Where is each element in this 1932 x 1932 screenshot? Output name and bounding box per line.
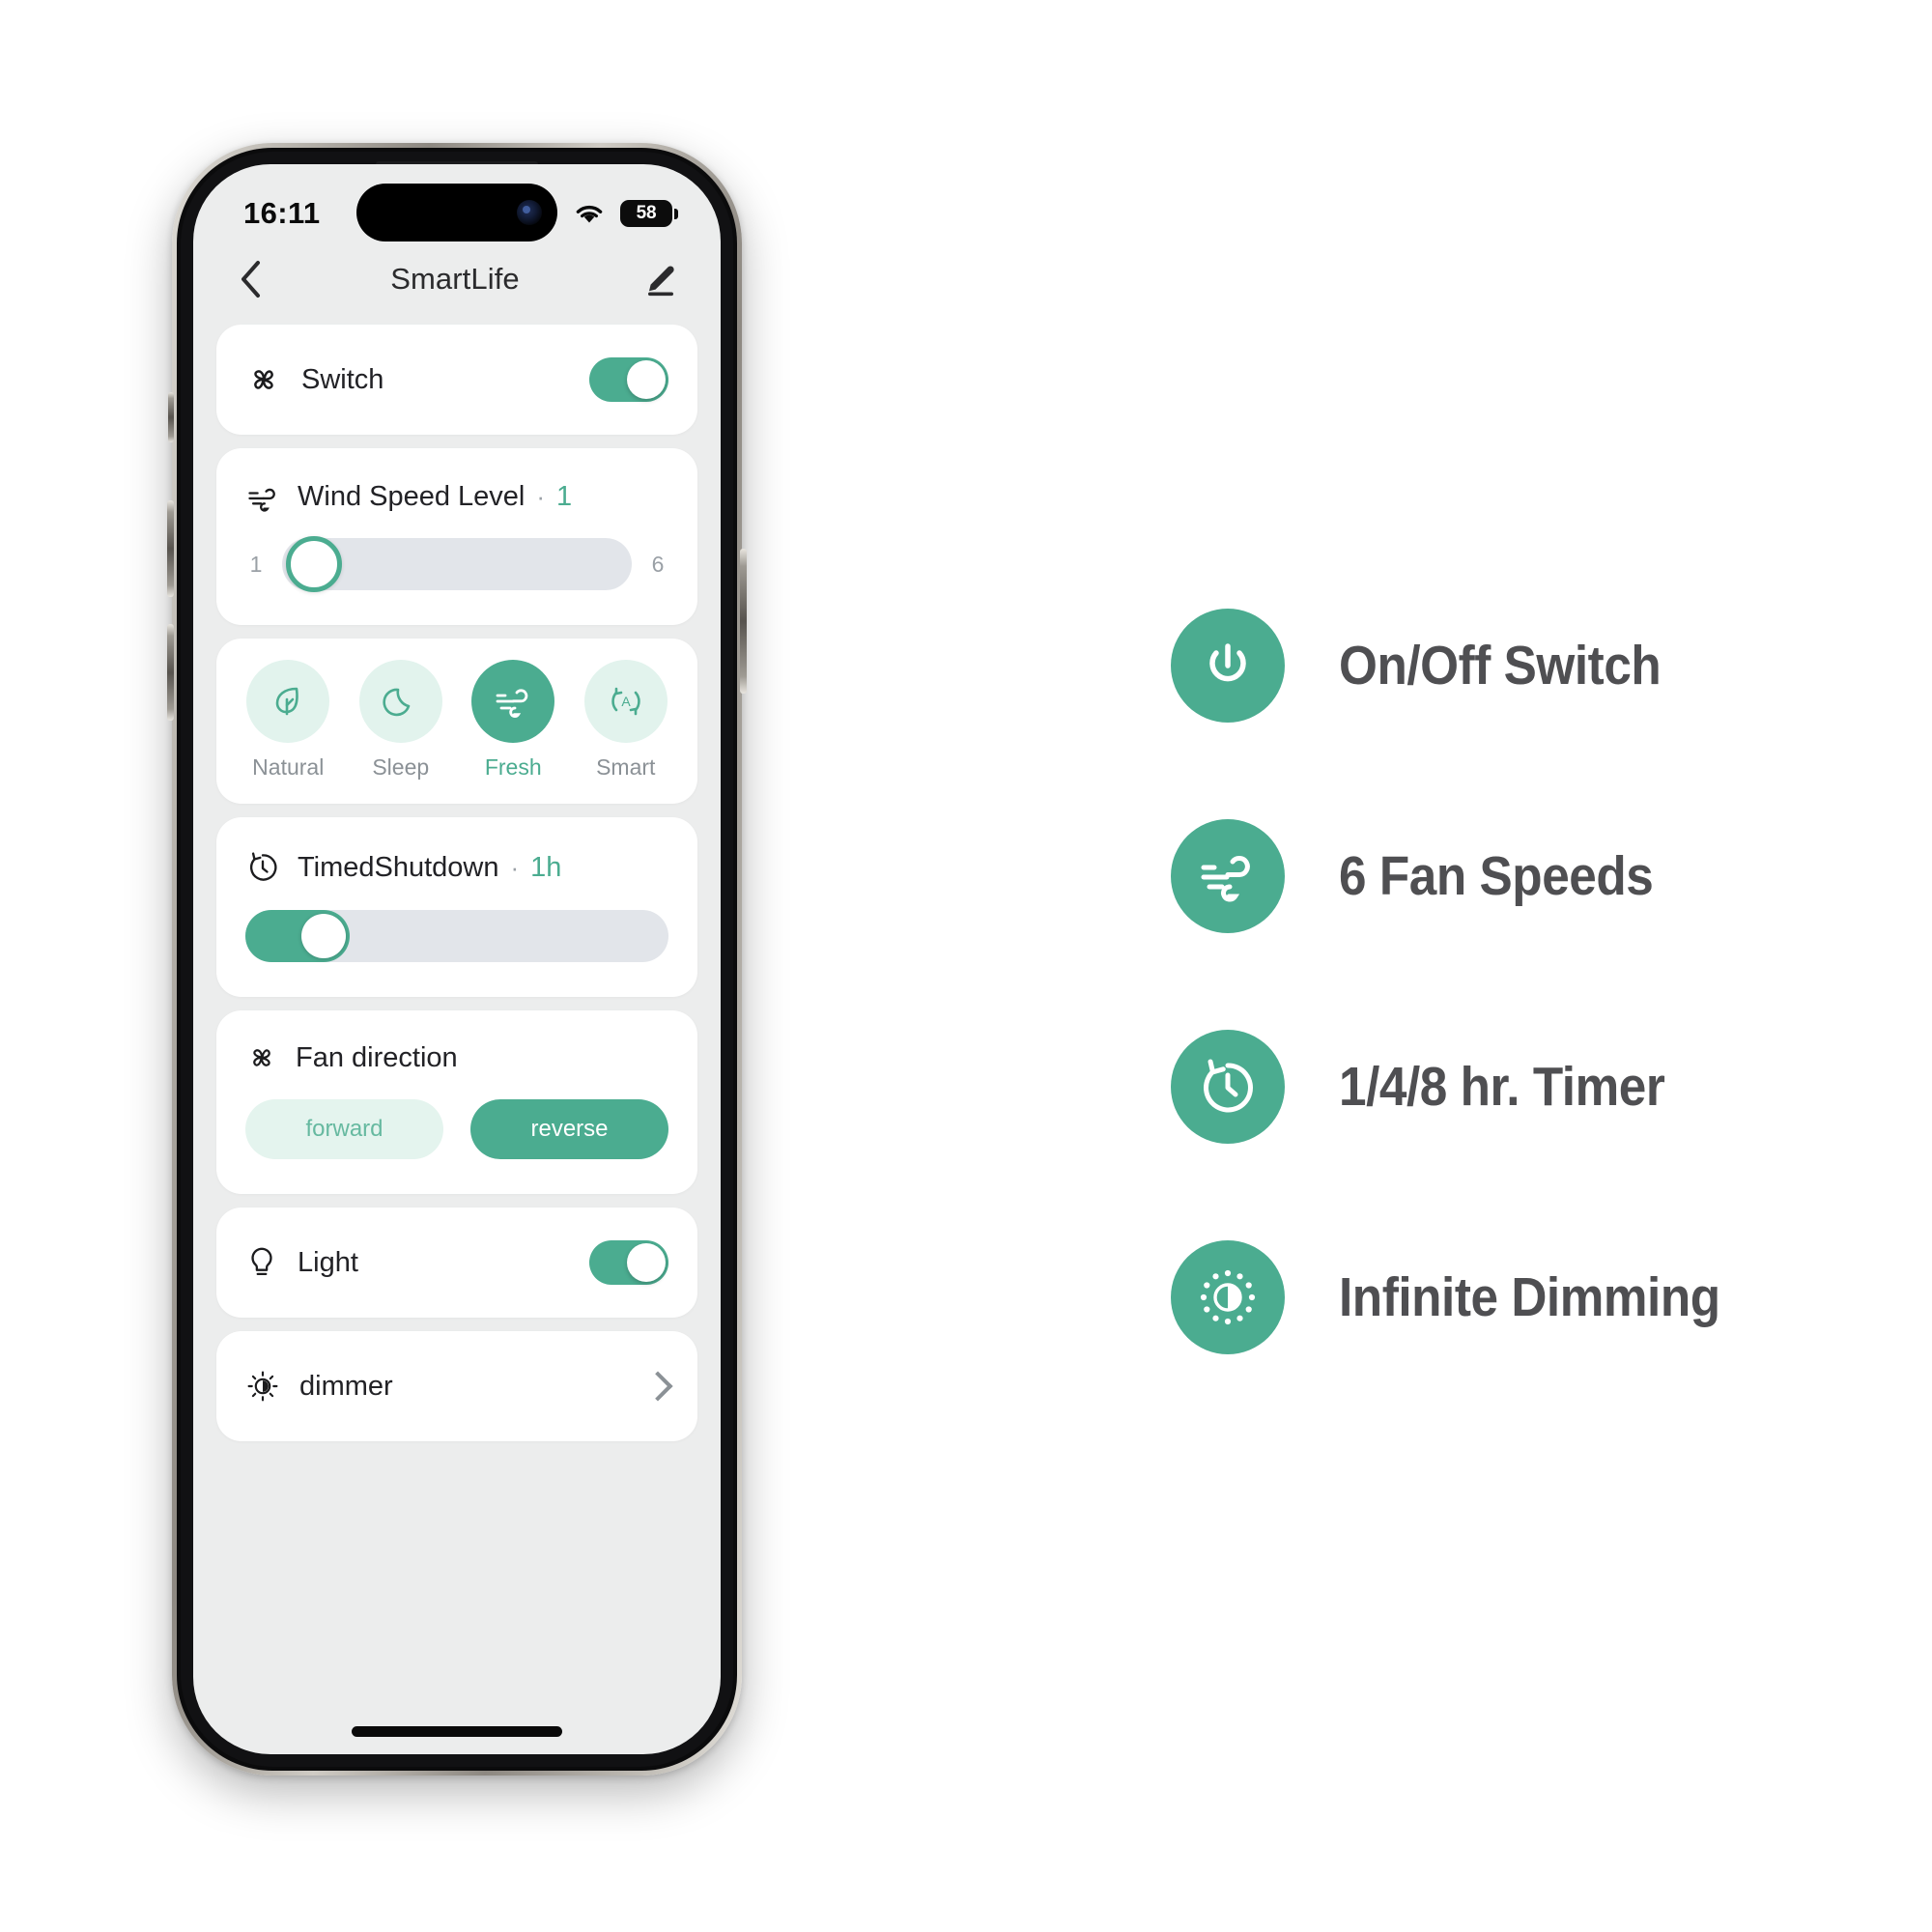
dimmer-card: dimmer xyxy=(216,1331,697,1441)
light-label: Light xyxy=(298,1246,358,1278)
feature-timer-label: 1/4/8 hr. Timer xyxy=(1339,1056,1665,1118)
feature-timer: 1/4/8 hr. Timer xyxy=(1171,1030,1762,1144)
promo-canvas: 16:11 58 SmartLife Switch Wind Speed Lev… xyxy=(0,0,1932,1932)
mode-natural[interactable]: Natural xyxy=(234,660,342,781)
page-title: SmartLife xyxy=(390,262,520,296)
mode-fresh-label: Fresh xyxy=(484,754,542,780)
wind-speed-slider[interactable] xyxy=(282,536,632,592)
chevron-right-icon[interactable] xyxy=(642,1371,673,1402)
app-nav-bar: SmartLife xyxy=(193,245,721,313)
moon-icon xyxy=(358,660,442,743)
status-bar: 16:11 58 xyxy=(193,164,721,245)
back-button[interactable] xyxy=(226,254,276,304)
chevron-left-icon xyxy=(242,261,260,298)
switch-toggle[interactable] xyxy=(589,357,668,402)
volume-down-button[interactable] xyxy=(167,624,174,721)
brightness-dim-icon xyxy=(1171,1240,1285,1354)
feature-list: On/Off Switch 6 Fan Speeds 1/4/8 hr. Tim… xyxy=(1171,609,1762,1354)
wind-speed-slider-handle[interactable] xyxy=(286,536,342,592)
feature-on-off-switch: On/Off Switch xyxy=(1171,609,1762,723)
dimmer-row[interactable]: dimmer xyxy=(216,1331,697,1441)
wifi-icon xyxy=(574,202,605,225)
fan-icon xyxy=(245,1041,278,1074)
power-icon xyxy=(1171,609,1285,723)
battery-level-label: 58 xyxy=(636,203,657,223)
status-bar-time: 16:11 xyxy=(243,196,321,230)
dimmer-label: dimmer xyxy=(299,1370,393,1402)
pencil-edit-icon xyxy=(648,266,674,297)
mode-sleep[interactable]: Sleep xyxy=(347,660,455,781)
bulb-icon xyxy=(245,1244,278,1281)
timed-shutdown-slider-wrap xyxy=(216,885,697,997)
fan-direction-title: Fan direction xyxy=(296,1041,458,1073)
fan-direction-forward-button[interactable]: forward xyxy=(245,1099,443,1159)
feature-fan-speeds: 6 Fan Speeds xyxy=(1171,819,1762,933)
volume-up-button[interactable] xyxy=(167,500,174,597)
wind-speed-separator: · xyxy=(536,482,546,511)
feature-on-off-switch-label: On/Off Switch xyxy=(1339,635,1662,696)
wind-icon xyxy=(245,483,280,512)
power-button[interactable] xyxy=(740,549,747,694)
wind-speed-header: Wind Speed Level · 1 xyxy=(216,448,697,513)
clock-timer-icon xyxy=(1171,1030,1285,1144)
light-card: Light xyxy=(216,1208,697,1318)
fan-direction-reverse-button[interactable]: reverse xyxy=(470,1099,668,1159)
mode-smart-label: Smart xyxy=(596,754,656,780)
mode-natural-label: Natural xyxy=(252,754,325,780)
switch-card: Switch xyxy=(216,325,697,435)
timed-shutdown-title: TimedShutdown xyxy=(298,851,499,883)
dynamic-island xyxy=(356,184,557,242)
fan-icon xyxy=(245,361,282,398)
clock-timer-icon xyxy=(245,850,280,885)
wind-speed-max-label: 6 xyxy=(651,551,665,577)
timed-shutdown-slider-handle[interactable] xyxy=(301,914,346,958)
feature-dimming-label: Infinite Dimming xyxy=(1339,1266,1720,1328)
phone-mockup: 16:11 58 SmartLife Switch Wind Speed Lev… xyxy=(167,143,747,1776)
phone-screen: 16:11 58 SmartLife Switch Wind Speed Lev… xyxy=(193,164,721,1754)
leaf-icon xyxy=(246,660,330,743)
switch-label: Switch xyxy=(301,363,384,395)
silent-switch-button[interactable] xyxy=(168,392,174,442)
mode-fresh[interactable]: Fresh xyxy=(459,660,567,781)
brightness-icon xyxy=(245,1369,280,1404)
fan-direction-header: Fan direction xyxy=(216,1010,697,1074)
light-toggle[interactable] xyxy=(589,1240,668,1285)
device-controls-list: Switch Wind Speed Level · 1 1 6 Natural … xyxy=(193,313,721,1441)
wind-speed-value: 1 xyxy=(556,481,573,512)
switch-row[interactable]: Switch xyxy=(216,325,697,435)
feature-dimming: Infinite Dimming xyxy=(1171,1240,1762,1354)
front-camera-icon xyxy=(517,200,542,225)
timed-shutdown-card: TimedShutdown · 1h xyxy=(216,817,697,997)
home-indicator[interactable] xyxy=(352,1726,562,1737)
timed-shutdown-value: 1h xyxy=(530,851,562,883)
fan-direction-card: Fan direction forward reverse xyxy=(216,1010,697,1194)
mode-selector-card: Natural Sleep Fresh A Smart xyxy=(216,639,697,804)
timed-shutdown-separator: · xyxy=(510,852,520,882)
mode-sleep-label: Sleep xyxy=(372,754,430,780)
wind-speed-slider-wrap: 1 6 xyxy=(216,513,697,625)
svg-text:A: A xyxy=(621,694,631,709)
wind-speed-card: Wind Speed Level · 1 1 6 xyxy=(216,448,697,625)
fan-direction-options: forward reverse xyxy=(216,1074,697,1194)
timed-shutdown-slider[interactable] xyxy=(245,910,668,962)
mode-list: Natural Sleep Fresh A Smart xyxy=(216,639,697,804)
timed-shutdown-header: TimedShutdown · 1h xyxy=(216,817,697,885)
wind-speed-title: Wind Speed Level xyxy=(298,481,526,512)
wind-icon xyxy=(1171,819,1285,933)
edit-button[interactable] xyxy=(634,254,684,304)
wind-speed-min-label: 1 xyxy=(249,551,263,577)
wind-icon xyxy=(471,660,555,743)
light-row[interactable]: Light xyxy=(216,1208,697,1318)
auto-refresh-icon: A xyxy=(583,660,668,743)
mode-smart[interactable]: A Smart xyxy=(572,660,680,781)
battery-icon: 58 xyxy=(620,200,678,227)
feature-fan-speeds-label: 6 Fan Speeds xyxy=(1339,845,1654,907)
